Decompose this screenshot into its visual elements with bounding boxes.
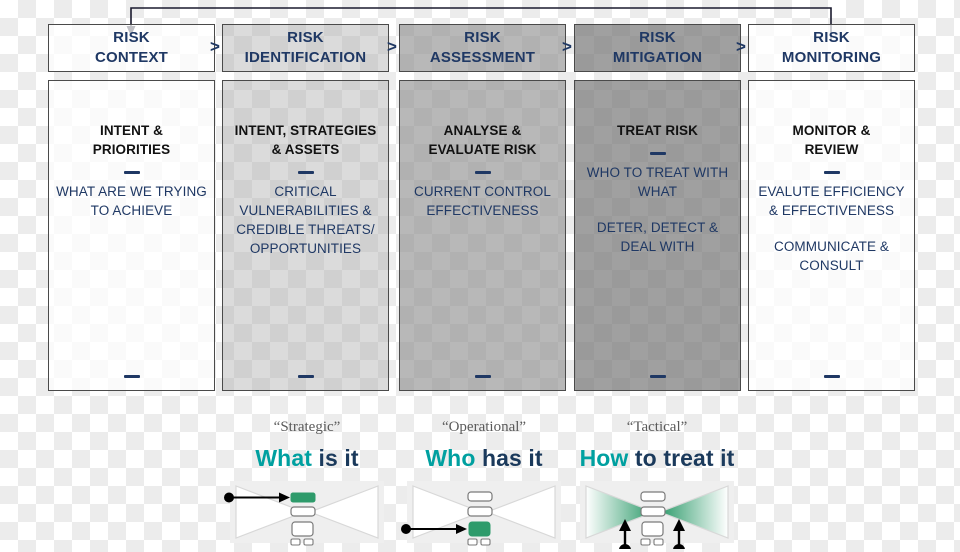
stage-column-risk-assessment[interactable]: RISK ASSESSMENT ANALYSE & EVALUATE RISK …	[399, 24, 566, 391]
stage-header-line2: CONTEXT	[94, 49, 169, 66]
bottom-phrase-rest: has it	[475, 445, 543, 471]
bottom-phrase-accent: How	[579, 445, 629, 471]
chevron-separator-3-icon: >	[562, 37, 572, 56]
stage-body-risk-identification: INTENT, STRATEGIES & ASSETS CRITICAL VUL…	[222, 80, 389, 391]
bowtie-diagram-operational	[401, 481, 561, 546]
bottom-quote: “Strategic”	[273, 419, 341, 435]
bottom-phrase-accent: Who	[425, 445, 476, 471]
stage-body-risk-context: INTENT & PRIORITIES WHAT ARE WE TRYING T…	[48, 80, 215, 391]
bottom-phrase: Who has it	[389, 444, 579, 472]
bottom-divider-dash	[649, 375, 666, 378]
divider-dash	[123, 171, 140, 174]
stage-body-paragraph: EVALUTE EFFICIENCY & EFFECTIVENESS	[758, 184, 905, 218]
bottom-divider-dash	[823, 375, 840, 378]
stage-body-paragraph: CURRENT CONTROL EFFECTIVENESS	[413, 184, 551, 218]
stage-body-risk-mitigation: TREAT RISK WHO TO TREAT WITH WHAT DETER,…	[574, 80, 741, 391]
stage-body-heading-line2: EVALUATE RISK	[428, 142, 537, 157]
stage-header-line1: RISK	[287, 29, 324, 46]
chevron-separator-2-icon: >	[387, 37, 397, 56]
bottom-quote: “Operational”	[441, 419, 527, 435]
bottom-phrase-rest: is it	[311, 445, 359, 471]
stage-header-line2: MITIGATION	[612, 49, 703, 66]
stage-header-line1: RISK	[113, 29, 150, 46]
stage-header-risk-assessment[interactable]: RISK ASSESSMENT	[399, 24, 566, 72]
chevron-separator-4-icon: >	[736, 37, 746, 56]
stage-body-risk-assessment: ANALYSE & EVALUATE RISK CURRENT CONTROL …	[399, 80, 566, 391]
stage-column-risk-identification[interactable]: RISK IDENTIFICATION INTENT, STRATEGIES &…	[222, 24, 389, 391]
stage-body-heading: MONITOR & REVIEW	[755, 121, 908, 159]
stage-header-line1: RISK	[639, 29, 676, 46]
stage-body-heading: ANALYSE & EVALUATE RISK	[406, 121, 559, 159]
bottom-phrase-accent: What	[255, 445, 312, 471]
stage-body-heading: INTENT & PRIORITIES	[55, 121, 208, 159]
stage-body-heading: INTENT, STRATEGIES & ASSETS	[229, 121, 382, 159]
bottom-quote: “Tactical”	[626, 419, 688, 435]
stage-body-paragraph: CRITICAL VULNERABILITIES & CREDIBLE THRE…	[236, 184, 375, 256]
stage-header-line2: IDENTIFICATION	[244, 49, 367, 66]
stage-body-heading-line2: REVIEW	[804, 142, 859, 157]
chevron-separator-1-icon: >	[210, 37, 220, 56]
bottom-phrase: How to treat it	[562, 444, 752, 472]
stage-body-risk-monitoring: MONITOR & REVIEW EVALUTE EFFICIENCY & EF…	[748, 80, 915, 391]
stage-column-risk-context[interactable]: RISK CONTEXT INTENT & PRIORITIES WHAT AR…	[48, 24, 215, 391]
stage-body-heading: TREAT RISK	[581, 121, 734, 140]
stage-header-risk-context[interactable]: RISK CONTEXT	[48, 24, 215, 72]
stage-header-risk-monitoring[interactable]: RISK MONITORING	[748, 24, 915, 72]
bowtie-diagram-strategic	[224, 481, 384, 546]
divider-dash	[649, 152, 666, 155]
bottom-label-operational: “Operational” Who has it	[389, 418, 579, 472]
risk-management-process-diagram: RISK CONTEXT INTENT & PRIORITIES WHAT AR…	[0, 0, 960, 552]
stage-body-heading-line1: INTENT &	[99, 123, 164, 138]
bottom-divider-dash	[297, 375, 314, 378]
divider-dash	[823, 171, 840, 174]
stage-body-paragraph: DETER, DETECT & DEAL WITH	[596, 220, 719, 254]
bottom-label-strategic: “Strategic” What is it	[212, 418, 402, 472]
stage-body-paragraph: WHAT ARE WE TRYING TO ACHIEVE	[56, 184, 207, 218]
divider-dash	[474, 171, 491, 174]
stage-body-heading-line2: & ASSETS	[271, 142, 340, 157]
bottom-divider-dash	[123, 375, 140, 378]
bottom-phrase: What is it	[212, 444, 402, 472]
bottom-label-tactical: “Tactical” How to treat it	[562, 418, 752, 472]
stage-body-heading-line2: PRIORITIES	[92, 142, 171, 157]
bottom-divider-dash	[474, 375, 491, 378]
stage-header-line1: RISK	[813, 29, 850, 46]
stage-body-heading-line1: INTENT, STRATEGIES	[234, 123, 377, 138]
stage-header-line2: ASSESSMENT	[429, 49, 536, 66]
bowtie-diagram-tactical	[580, 481, 734, 549]
stage-body-paragraph: COMMUNICATE & CONSULT	[773, 239, 890, 273]
stage-body-paragraph: WHO TO TREAT WITH WHAT	[586, 165, 729, 199]
stage-column-risk-mitigation[interactable]: RISK MITIGATION TREAT RISK WHO TO TREAT …	[574, 24, 741, 391]
stage-header-line1: RISK	[464, 29, 501, 46]
stage-body-heading-line1: MONITOR &	[792, 123, 871, 138]
divider-dash	[297, 171, 314, 174]
stage-column-risk-monitoring[interactable]: RISK MONITORING MONITOR & REVIEW EVALUTE…	[748, 24, 915, 391]
stage-body-heading-line1: TREAT RISK	[617, 123, 698, 138]
bottom-phrase-rest: to treat it	[628, 445, 735, 471]
stage-header-line2: MONITORING	[781, 49, 882, 66]
stage-body-heading-line1: ANALYSE &	[443, 123, 522, 138]
stage-header-risk-mitigation[interactable]: RISK MITIGATION	[574, 24, 741, 72]
stage-header-risk-identification[interactable]: RISK IDENTIFICATION	[222, 24, 389, 72]
